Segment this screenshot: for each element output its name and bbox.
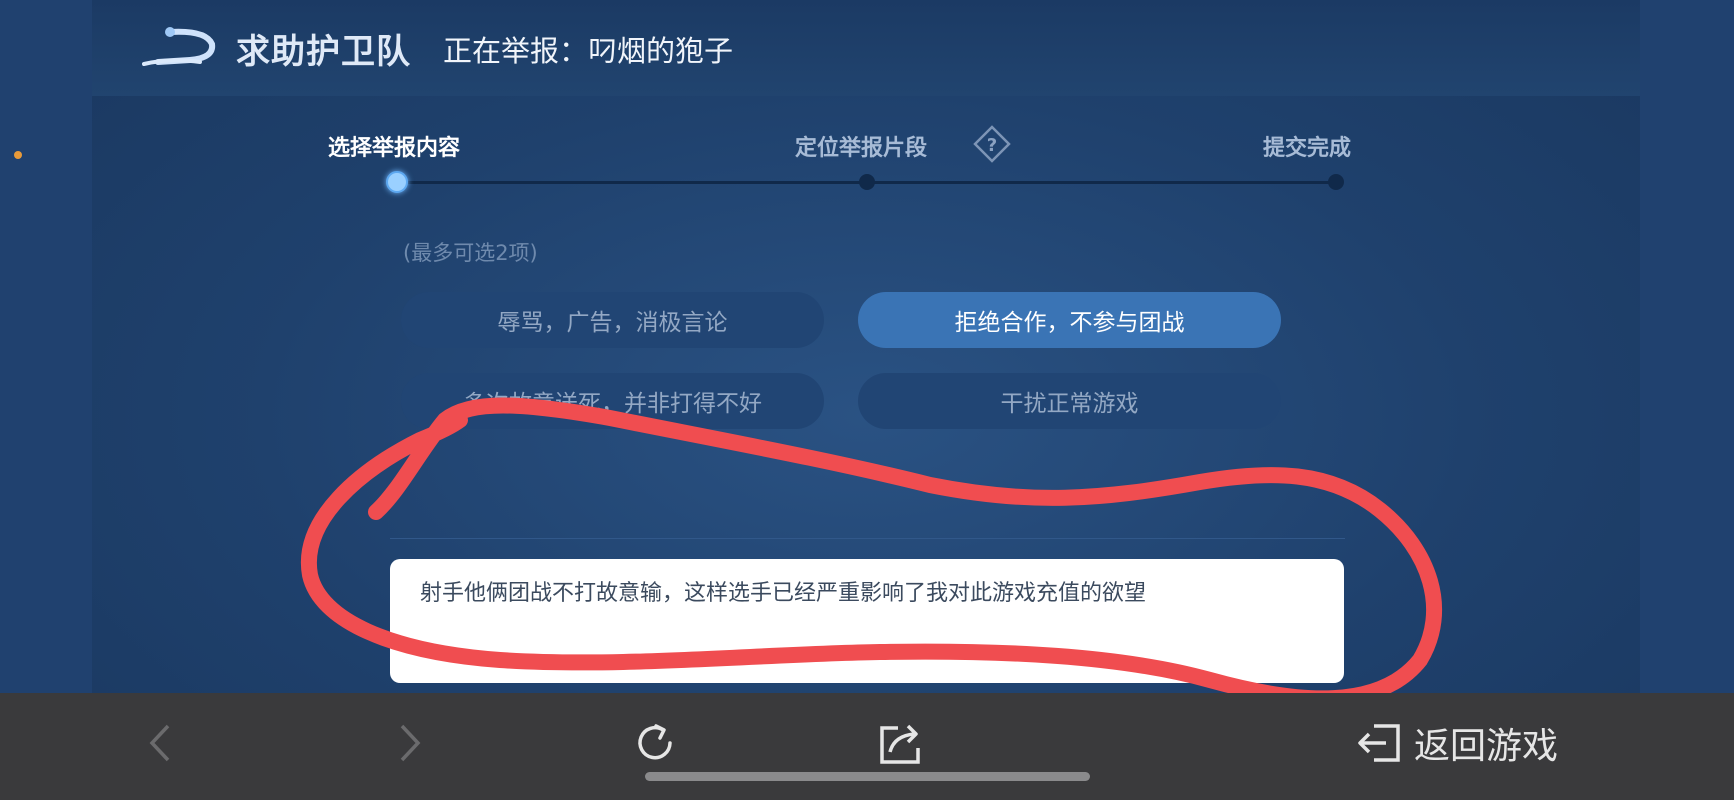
report-description-input[interactable]: 射手他俩团战不打故意输，这样选手已经严重影响了我对此游戏充值的欲望 xyxy=(390,559,1344,683)
option-refuse-teamwork[interactable]: 拒绝合作，不参与团战 xyxy=(858,292,1281,348)
report-target: 正在举报：叼烟的狍子 xyxy=(443,34,734,68)
step-dot xyxy=(859,174,875,190)
option-abuse-ads[interactable]: 辱骂，广告，消极言论 xyxy=(401,292,824,348)
reload-icon xyxy=(638,724,672,760)
return-to-game-button[interactable]: 返回游戏 xyxy=(1356,718,1576,768)
option-disrupt-game[interactable]: 干扰正常游戏 xyxy=(858,373,1281,429)
step-dot xyxy=(1328,174,1344,190)
page-title: 求助护卫队 xyxy=(236,32,411,72)
share-button[interactable] xyxy=(876,718,926,768)
back-button[interactable] xyxy=(140,718,180,768)
home-indicator[interactable] xyxy=(645,772,1090,781)
right-margin xyxy=(1640,0,1734,693)
return-to-game-label: 返回游戏 xyxy=(1414,726,1559,767)
question-diamond-icon[interactable]: ? xyxy=(972,124,1012,164)
svg-text:?: ? xyxy=(987,135,997,156)
chevron-right-icon xyxy=(400,724,421,762)
guardian-logo-icon xyxy=(142,27,216,66)
exit-arrow-icon xyxy=(1358,724,1400,762)
left-margin xyxy=(0,0,92,693)
notification-dot xyxy=(14,151,22,159)
selection-hint: (最多可选2项) xyxy=(403,241,538,265)
step-dot-active xyxy=(386,171,408,193)
step-select-content: 选择举报内容 xyxy=(328,136,461,161)
step-submit-done: 提交完成 xyxy=(1263,136,1352,161)
forward-button[interactable] xyxy=(390,718,430,768)
share-icon xyxy=(880,724,920,764)
reload-button[interactable] xyxy=(630,718,680,768)
chevron-left-icon xyxy=(149,724,170,762)
divider xyxy=(390,538,1345,539)
step-locate-clip: 定位举报片段 xyxy=(795,136,928,161)
option-intentional-feeding[interactable]: 多次故意送死，并非打得不好 xyxy=(401,373,824,429)
